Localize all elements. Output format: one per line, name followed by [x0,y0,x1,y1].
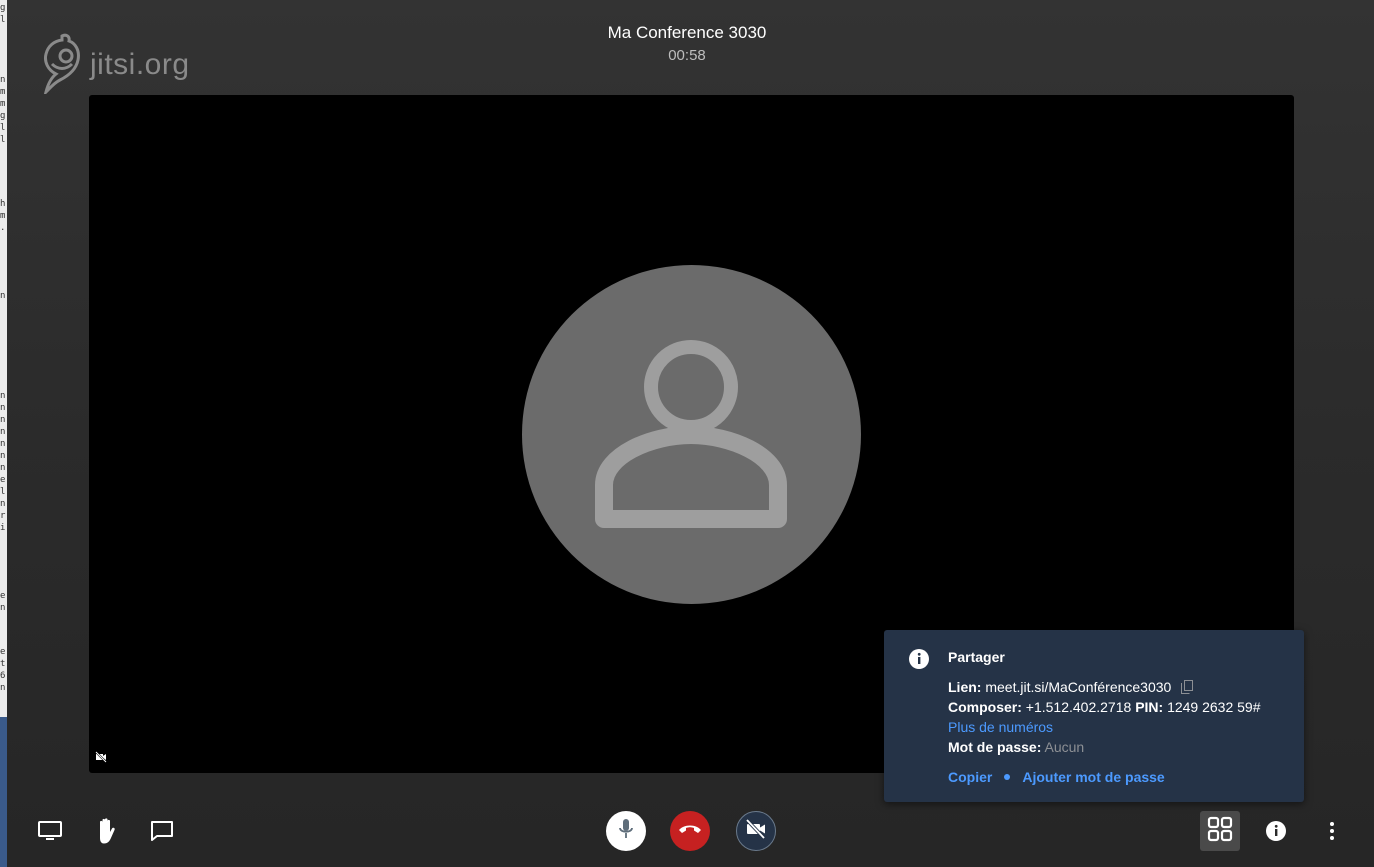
pin-value: 1249 2632 59# [1167,699,1261,715]
share-popup: Partager Lien: meet.jit.si/MaConférence3… [884,630,1304,802]
separator-dot [1004,774,1011,780]
microphone-button[interactable] [606,811,646,851]
video-off-icon [94,750,108,769]
dial-number: +1.512.402.2718 [1025,699,1132,715]
meeting-link-row: Lien: meet.jit.si/MaConférence3030 [948,679,1194,697]
add-password-button[interactable]: Ajouter mot de passe [1022,769,1164,785]
background-window-edge: gl nmmgll hm. n nnnnnnnelnri en et6n [0,0,7,867]
copy-link-button[interactable]: Copier [948,769,992,785]
link-value: meet.jit.si/MaConférence3030 [985,679,1172,695]
tile-view-button[interactable] [1200,811,1240,851]
tile-view-icon [1207,816,1233,847]
password-row: Mot de passe: Aucun [948,739,1084,755]
link-label: Lien: [948,679,982,695]
conference-title: Ma Conference 3030 [607,23,767,42]
raise-hand-icon[interactable] [92,816,120,846]
microphone-icon [618,818,634,845]
dial-in-row: Composer: +1.512.402.2718 PIN: 1249 2632… [948,699,1261,715]
popup-title: Partager [948,649,1005,665]
more-numbers-link[interactable]: Plus de numéros [948,719,1053,735]
hangup-icon [678,822,702,840]
screen-share-icon[interactable] [36,818,64,844]
password-label: Mot de passe: [948,739,1042,755]
info-icon [908,648,930,675]
password-value: Aucun [1044,739,1085,755]
dial-label: Composer: [948,699,1022,715]
popup-actions: Copier Ajouter mot de passe [948,769,1165,785]
user-avatar-icon [522,265,861,604]
copy-icon[interactable] [1181,680,1194,697]
call-timer: 00:58 [668,47,706,64]
more-options-icon[interactable] [1322,819,1342,843]
pin-label: PIN: [1135,699,1164,715]
camera-toggle-button[interactable] [736,811,776,851]
hangup-button[interactable] [670,811,710,851]
chat-icon[interactable] [148,818,176,844]
camera-off-icon [744,818,768,844]
info-icon[interactable] [1264,819,1288,843]
